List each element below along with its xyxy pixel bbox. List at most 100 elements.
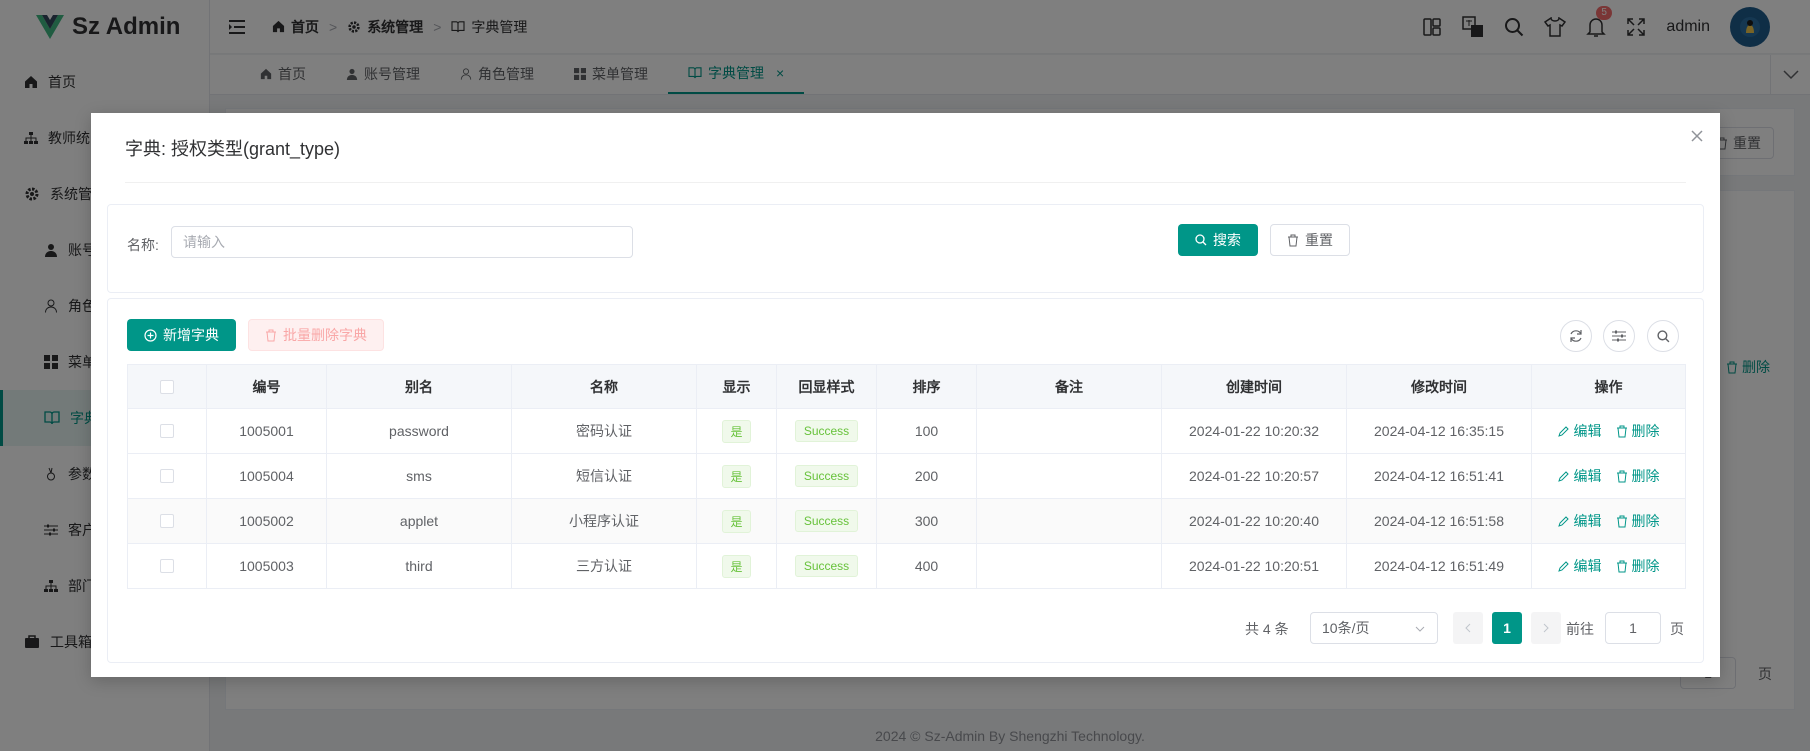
cell-id: 1005003 xyxy=(206,543,327,589)
trash-icon xyxy=(1616,470,1627,482)
edit-icon xyxy=(1557,426,1569,437)
cell-style: Success xyxy=(776,498,877,544)
trash-icon xyxy=(1616,425,1627,437)
delete-button[interactable]: 删除 xyxy=(1616,511,1660,531)
next-page-button[interactable] xyxy=(1531,612,1561,644)
delete-label: 删除 xyxy=(1631,513,1660,529)
column-header: 修改时间 xyxy=(1346,364,1532,409)
dialog-header: 字典: 授权类型(grant_type) xyxy=(125,113,1686,183)
edit-label: 编辑 xyxy=(1573,423,1602,439)
reset-button-label: 重置 xyxy=(1305,232,1333,248)
row-select-cell xyxy=(127,498,207,544)
edit-button[interactable]: 编辑 xyxy=(1557,466,1602,486)
column-settings-button[interactable] xyxy=(1603,320,1635,352)
search-icon xyxy=(1195,234,1207,246)
search-button[interactable]: 搜索 xyxy=(1178,224,1258,256)
pagination-total: 共 4 条 xyxy=(1245,621,1289,637)
edit-button[interactable]: 编辑 xyxy=(1557,556,1602,576)
row-checkbox[interactable] xyxy=(160,559,174,573)
prev-page-button[interactable] xyxy=(1453,612,1483,644)
row-checkbox[interactable] xyxy=(160,469,174,483)
cell-remark xyxy=(976,453,1162,499)
cell-show: 是 xyxy=(696,498,777,544)
close-icon[interactable] xyxy=(1688,127,1706,145)
column-header: 排序 xyxy=(876,364,977,409)
sliders-icon xyxy=(1612,330,1626,342)
cell-name: 小程序认证 xyxy=(511,498,697,544)
style-tag: Success xyxy=(794,420,859,442)
trash-icon xyxy=(266,329,276,341)
name-search-input[interactable]: 请输入 xyxy=(171,226,633,258)
edit-button[interactable]: 编辑 xyxy=(1557,511,1602,531)
delete-button[interactable]: 删除 xyxy=(1616,556,1660,576)
column-header: 回显样式 xyxy=(776,364,877,409)
refresh-button[interactable] xyxy=(1560,320,1592,352)
cell-alias: password xyxy=(326,408,512,454)
batch-delete-button-label: 批量删除字典 xyxy=(283,327,367,343)
column-header: 别名 xyxy=(326,364,512,409)
chevron-right-icon xyxy=(1543,623,1549,633)
goto-label: 前往 xyxy=(1566,621,1594,637)
chevron-down-icon xyxy=(1415,626,1425,632)
edit-button[interactable]: 编辑 xyxy=(1557,421,1602,441)
cell-alias: applet xyxy=(326,498,512,544)
delete-label: 删除 xyxy=(1631,423,1660,439)
cell-show: 是 xyxy=(696,408,777,454)
show-tag: 是 xyxy=(722,554,751,578)
cell-name: 三方认证 xyxy=(511,543,697,589)
style-tag: Success xyxy=(794,510,859,532)
edit-label: 编辑 xyxy=(1573,513,1602,529)
page-number-button[interactable]: 1 xyxy=(1492,612,1522,644)
reset-button[interactable]: 重置 xyxy=(1270,224,1350,256)
cell-alias: sms xyxy=(326,453,512,499)
add-dict-button[interactable]: 新增字典 xyxy=(127,319,236,351)
row-select-cell xyxy=(127,408,207,454)
row-checkbox[interactable] xyxy=(160,514,174,528)
table-row: 1005001 password 密码认证 是 Success 100 2024… xyxy=(127,408,1686,454)
cell-created: 2024-01-22 10:20:51 xyxy=(1161,543,1347,589)
toggle-search-button[interactable] xyxy=(1647,320,1679,352)
plus-circle-icon xyxy=(144,328,157,342)
column-header: 编号 xyxy=(206,364,327,409)
goto-page-input[interactable]: 1 xyxy=(1605,612,1661,644)
dict-dialog: 字典: 授权类型(grant_type) 名称: 请输入 搜索 重置 新增字典 … xyxy=(91,113,1720,677)
cell-actions: 编辑 删除 xyxy=(1531,408,1686,454)
edit-icon xyxy=(1557,471,1569,482)
edit-icon xyxy=(1557,561,1569,572)
page-unit-label: 页 xyxy=(1670,621,1684,637)
trash-icon xyxy=(1616,515,1627,527)
style-tag: Success xyxy=(794,555,859,577)
cell-show: 是 xyxy=(696,453,777,499)
search-form: 名称: 请输入 搜索 重置 xyxy=(107,204,1704,293)
cell-remark xyxy=(976,543,1162,589)
row-checkbox[interactable] xyxy=(160,424,174,438)
edit-icon xyxy=(1557,516,1569,527)
cell-id: 1005001 xyxy=(206,408,327,454)
batch-delete-button[interactable]: 批量删除字典 xyxy=(248,319,384,351)
page-size-select[interactable]: 10条/页 xyxy=(1310,612,1438,644)
delete-label: 删除 xyxy=(1631,468,1660,484)
style-tag: Success xyxy=(794,465,859,487)
page-size-value: 10条/页 xyxy=(1322,620,1370,636)
delete-button[interactable]: 删除 xyxy=(1616,421,1660,441)
cell-sort: 200 xyxy=(876,453,977,499)
cell-created: 2024-01-22 10:20:40 xyxy=(1161,498,1347,544)
row-select-cell xyxy=(127,453,207,499)
cell-created: 2024-01-22 10:20:32 xyxy=(1161,408,1347,454)
refresh-icon xyxy=(1570,330,1582,342)
show-tag: 是 xyxy=(722,509,751,533)
cell-sort: 100 xyxy=(876,408,977,454)
cell-style: Success xyxy=(776,408,877,454)
name-field-label: 名称: xyxy=(127,237,159,253)
chevron-left-icon xyxy=(1465,623,1471,633)
delete-button[interactable]: 删除 xyxy=(1616,466,1660,486)
select-all-checkbox[interactable] xyxy=(160,379,174,394)
cell-actions: 编辑 删除 xyxy=(1531,543,1686,589)
add-dict-button-label: 新增字典 xyxy=(163,327,219,343)
column-header: 操作 xyxy=(1531,364,1686,409)
cell-sort: 300 xyxy=(876,498,977,544)
cell-id: 1005002 xyxy=(206,498,327,544)
dialog-title: 字典: 授权类型(grant_type) xyxy=(125,138,341,159)
edit-label: 编辑 xyxy=(1573,558,1602,574)
column-header: 创建时间 xyxy=(1161,364,1347,409)
